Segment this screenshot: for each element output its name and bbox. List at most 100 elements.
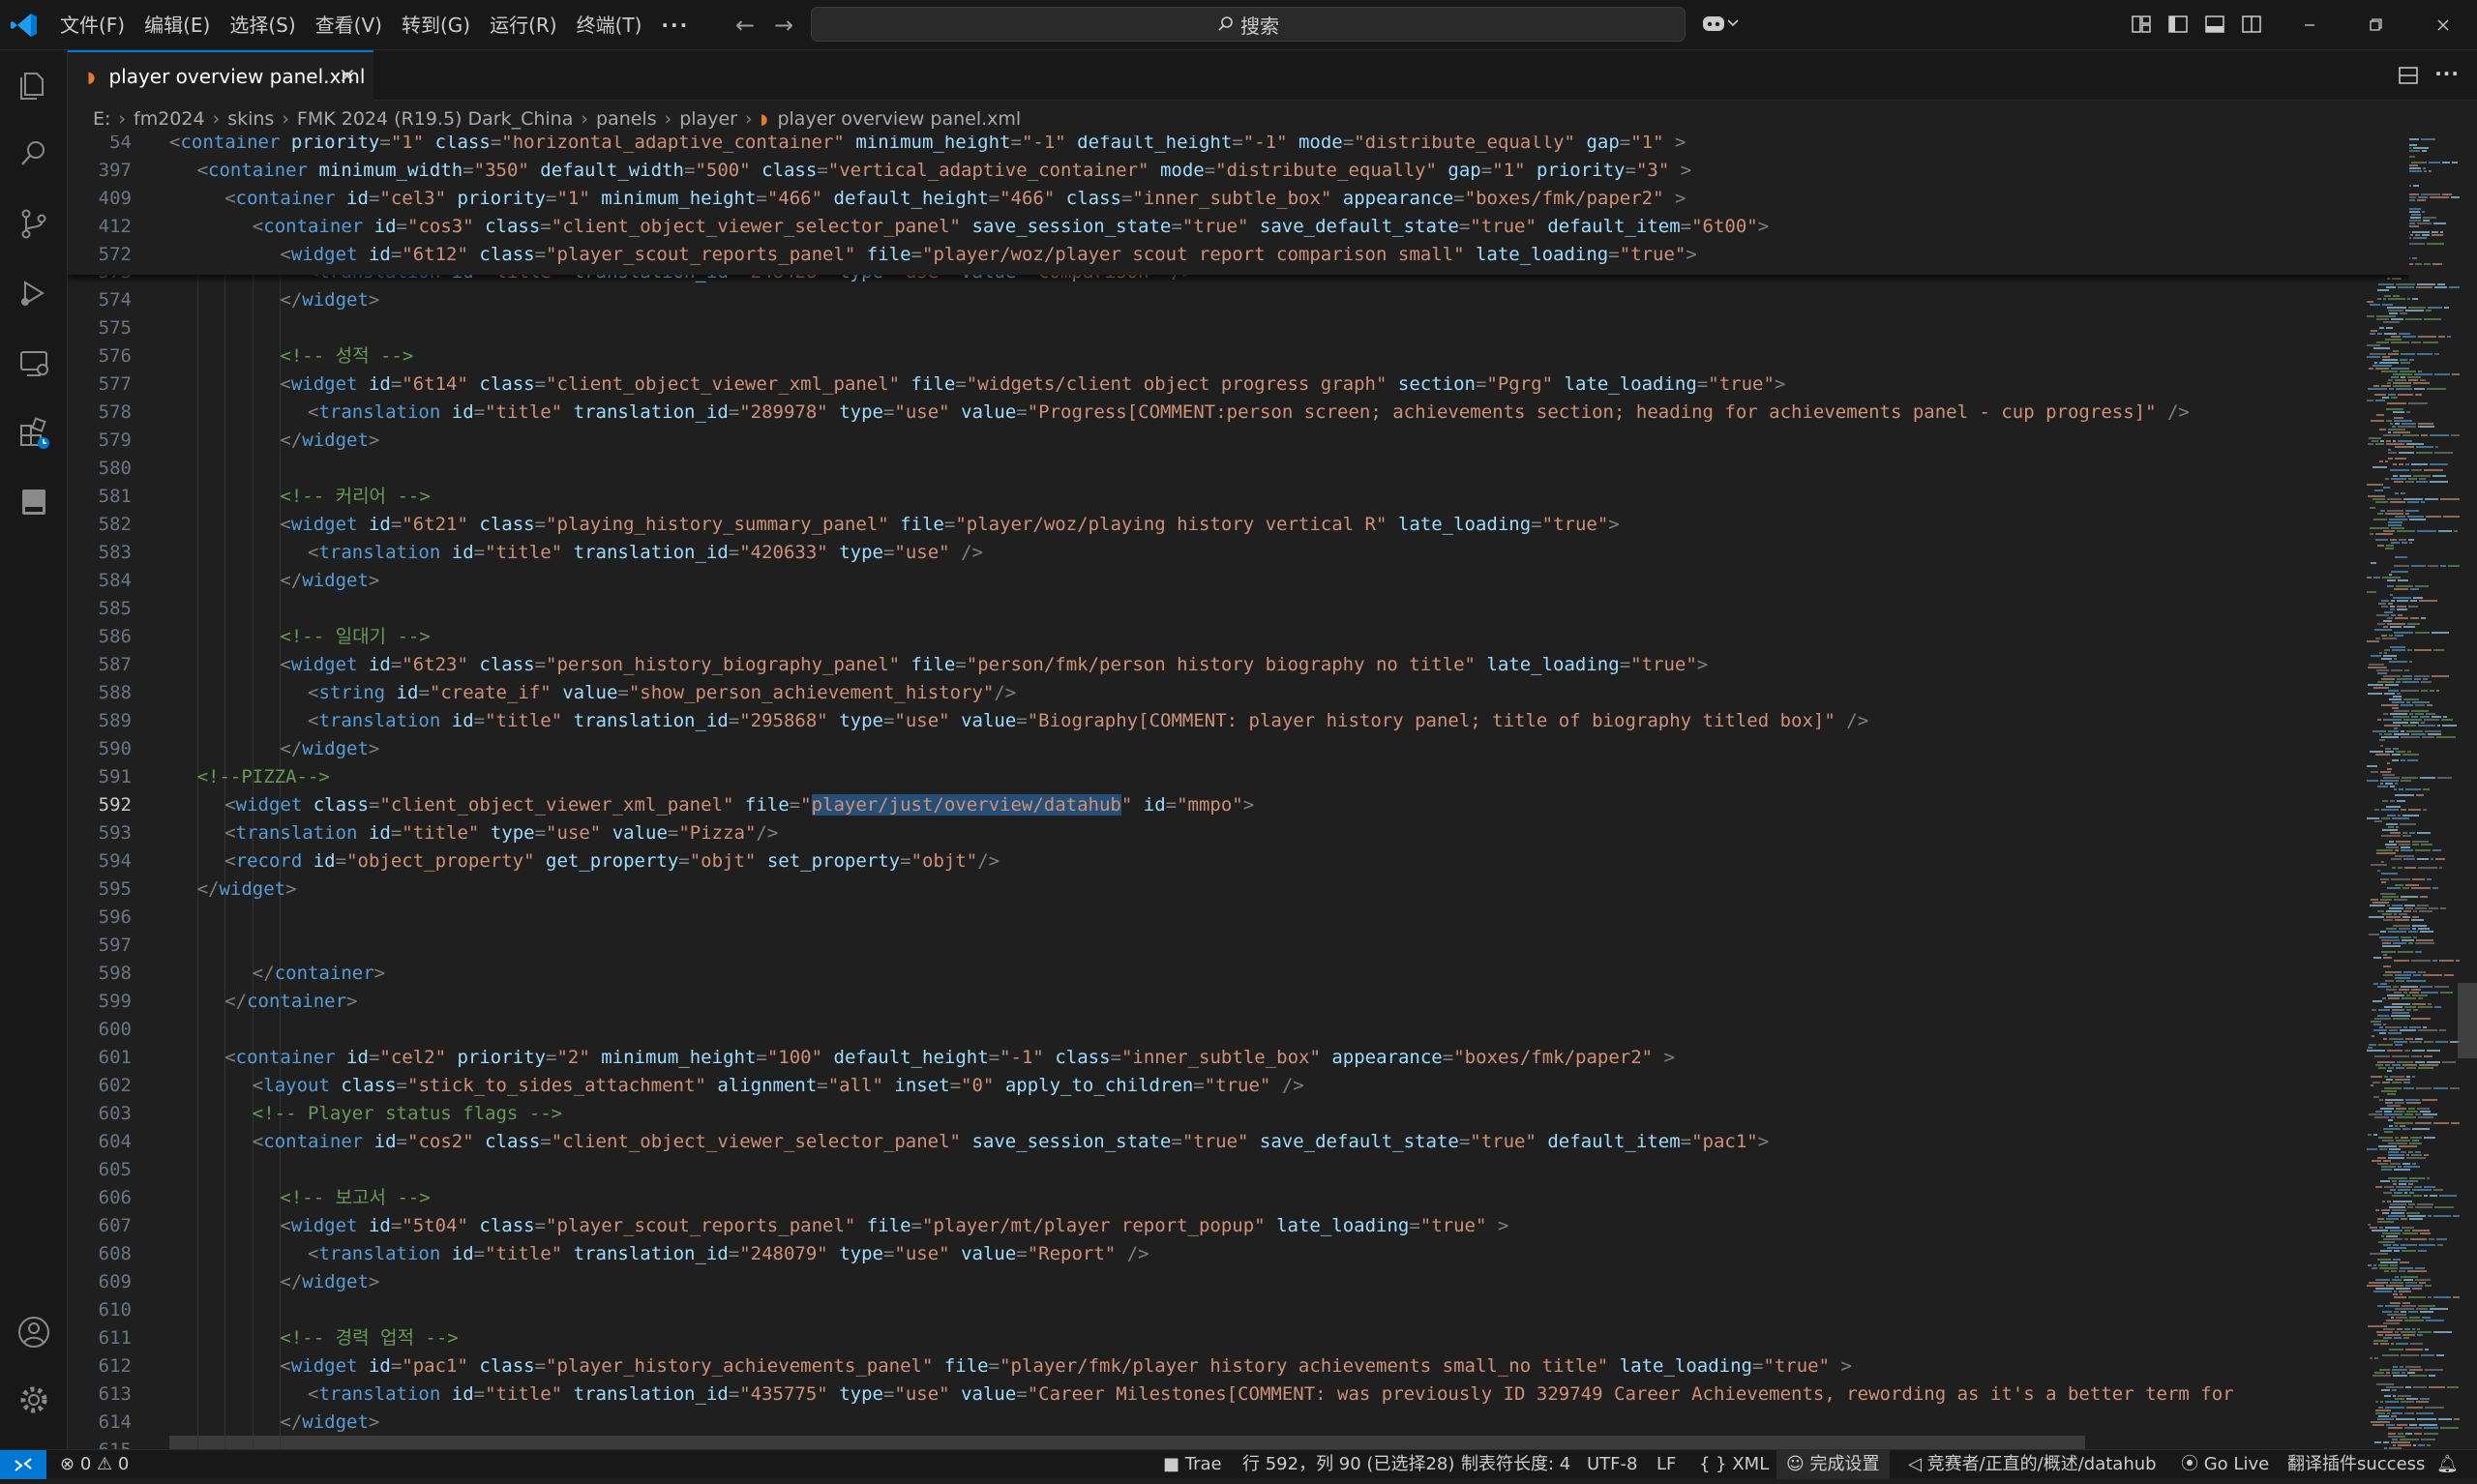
code-line[interactable]: 583 <translation id="title" translation_i… xyxy=(68,539,2409,567)
terminal-panel-icon[interactable] xyxy=(15,484,52,520)
restore-icon[interactable] xyxy=(2361,12,2390,39)
setup-button[interactable]: ☺ 完成设置 xyxy=(1776,1450,1890,1479)
code-line[interactable]: 600 xyxy=(68,1016,2409,1044)
menu-item[interactable]: 查看(V) xyxy=(306,8,392,43)
forward-arrow-icon[interactable]: → xyxy=(774,13,793,38)
explorer-icon[interactable] xyxy=(15,66,52,103)
code-line[interactable]: 602 <layout class="stick_to_sides_attachm… xyxy=(68,1072,2409,1100)
code-line[interactable]: 594 <record id="object_property" get_prop… xyxy=(68,847,2409,876)
code-line[interactable]: 605 xyxy=(68,1156,2409,1184)
breadcrumb-item[interactable]: skins xyxy=(227,108,274,130)
back-arrow-icon[interactable]: ← xyxy=(735,13,755,38)
source-control-icon[interactable] xyxy=(15,205,52,242)
code-line[interactable]: 609 </widget> xyxy=(68,1268,2409,1296)
settings-gear-icon[interactable] xyxy=(15,1381,52,1418)
account-icon[interactable] xyxy=(15,1314,52,1350)
code-line[interactable]: 575 xyxy=(68,314,2409,342)
code-line[interactable]: 580 xyxy=(68,455,2409,483)
run-debug-icon[interactable] xyxy=(15,275,52,312)
breadcrumb-item[interactable]: player overview panel.xml xyxy=(777,108,1021,130)
breadcrumb-item[interactable]: E: xyxy=(93,108,110,130)
code-line[interactable]: 613 <translation id="title" translation_i… xyxy=(68,1380,2409,1409)
code-line[interactable]: 586 <!-- 일대기 --> xyxy=(68,623,2409,651)
code-line[interactable]: 598 </container> xyxy=(68,960,2409,988)
code-line[interactable]: 595 </widget> xyxy=(68,876,2409,904)
sticky-code-line[interactable]: 54 <container priority="1" class="horizon… xyxy=(68,135,2409,157)
minimize-icon[interactable] xyxy=(2295,12,2324,39)
code-line[interactable]: 608 <translation id="title" translation_i… xyxy=(68,1240,2409,1268)
search-view-icon[interactable] xyxy=(15,135,52,172)
code-line[interactable]: 612 <widget id="pac1" class="player_histo… xyxy=(68,1352,2409,1380)
breadcrumb-item[interactable]: player xyxy=(679,108,737,130)
code-line[interactable]: 593 <translation id="title" type="use" va… xyxy=(68,819,2409,847)
sticky-code-line[interactable]: 397 <container minimum_width="350" defaul… xyxy=(68,157,2409,185)
toggle-panel-icon[interactable] xyxy=(2204,14,2225,35)
breadcrumb-item[interactable]: panels xyxy=(596,108,657,130)
end-of-line[interactable]: LF xyxy=(1656,1453,1676,1476)
code-line[interactable]: 603 <!-- Player status flags --> xyxy=(68,1100,2409,1128)
sticky-code-line[interactable]: 409 <container id="cel3" priority="1" min… xyxy=(68,185,2409,213)
notifications-bell-icon[interactable]: 🔔︎ xyxy=(2436,1453,2459,1476)
code-line[interactable]: 585 xyxy=(68,595,2409,623)
code-line[interactable]: 615 xyxy=(68,1437,2409,1449)
datahub-path[interactable]: ◁ 竞赛者/正直的/概述/datahub xyxy=(1908,1453,2157,1476)
code-line[interactable]: 579 </widget> xyxy=(68,427,2409,455)
menu-item[interactable]: 文件(F) xyxy=(50,8,134,43)
code-line[interactable]: 610 xyxy=(68,1296,2409,1324)
code-line[interactable]: 604 <container id="cos2" class="client_ob… xyxy=(68,1128,2409,1156)
code-line[interactable]: 582 <widget id="6t21" class="playing_hist… xyxy=(68,511,2409,539)
cursor-position[interactable]: 行 592，列 90 (已选择28) xyxy=(1242,1453,1454,1476)
menu-item[interactable]: 终端(T) xyxy=(567,8,652,43)
code-line[interactable]: 590 </widget> xyxy=(68,735,2409,763)
code-line[interactable]: 607 <widget id="5t04" class="player_scout… xyxy=(68,1212,2409,1240)
code-line[interactable]: 592 <widget class="client_object_viewer_x… xyxy=(68,791,2409,819)
code-line[interactable]: 584 </widget> xyxy=(68,567,2409,595)
breadcrumb-item[interactable]: FMK 2024 (R19.5) Dark_China xyxy=(297,108,573,130)
tab-player-overview-panel[interactable]: ◗ player overview panel.xml × xyxy=(68,50,373,101)
code-line[interactable]: 574 </widget> xyxy=(68,286,2409,314)
code-line[interactable]: 577 <widget id="6t14" class="client_objec… xyxy=(68,371,2409,399)
menu-item[interactable]: 编辑(E) xyxy=(134,8,220,43)
toggle-primary-sidebar-icon[interactable] xyxy=(2167,14,2189,35)
trae-status[interactable]: ■ Trae xyxy=(1163,1453,1222,1476)
menu-item[interactable]: 运行(R) xyxy=(480,8,567,43)
problems-indicator[interactable]: ⊗ 0 ⚠ 0 xyxy=(60,1453,129,1476)
tab-size[interactable]: 制表符长度: 4 xyxy=(1461,1453,1570,1476)
code-line[interactable]: 601 <container id="cel2" priority="2" min… xyxy=(68,1044,2409,1072)
code-line[interactable]: 606 <!-- 보고서 --> xyxy=(68,1184,2409,1212)
code-line[interactable]: 588 <string id="create_if" value="show_pe… xyxy=(68,679,2409,707)
code-line[interactable]: 599 </container> xyxy=(68,988,2409,1016)
remote-indicator[interactable] xyxy=(0,1450,46,1479)
extensions-icon[interactable] xyxy=(15,414,52,451)
sticky-code-line[interactable]: 572 <widget id="6t12" class="player_scout… xyxy=(68,241,2409,269)
menu-item[interactable]: ··· xyxy=(651,8,699,43)
split-editor-icon[interactable] xyxy=(2398,65,2419,86)
remote-explorer-icon[interactable] xyxy=(15,344,52,381)
code-line[interactable]: 589 <translation id="title" translation_i… xyxy=(68,707,2409,735)
code-line[interactable]: 597 xyxy=(68,932,2409,960)
language-mode[interactable]: { } XML xyxy=(1699,1453,1769,1476)
menu-item[interactable]: 选择(S) xyxy=(220,8,305,43)
code-line[interactable]: 614 </widget> xyxy=(68,1409,2409,1437)
sticky-code-line[interactable]: 412 <container id="cos3" class="client_ob… xyxy=(68,213,2409,241)
breadcrumb-item[interactable]: fm2024 xyxy=(134,108,205,130)
go-live-button[interactable]: ⦿ Go Live xyxy=(2181,1453,2269,1476)
code-line[interactable]: 578 <translation id="title" translation_i… xyxy=(68,399,2409,427)
close-window-icon[interactable] xyxy=(2429,12,2458,39)
customize-layout-icon[interactable] xyxy=(2131,14,2152,35)
code-line[interactable]: 591 <!--PIZZA--> xyxy=(68,763,2409,791)
code-line[interactable]: 587 <widget id="6t23" class="person_histo… xyxy=(68,651,2409,679)
close-icon[interactable]: × xyxy=(339,64,356,88)
encoding[interactable]: UTF-8 xyxy=(1587,1453,1637,1476)
toggle-secondary-sidebar-icon[interactable] xyxy=(2241,14,2262,35)
code-line[interactable]: 581 <!-- 커리어 --> xyxy=(68,483,2409,511)
minimap[interactable] xyxy=(2361,135,2462,1449)
code-line[interactable]: 611 <!-- 경력 업적 --> xyxy=(68,1324,2409,1352)
code-editor[interactable]: 54 <container priority="1" class="horizon… xyxy=(68,135,2409,1449)
code-line[interactable]: 576 <!-- 성적 --> xyxy=(68,342,2409,371)
menu-item[interactable]: 转到(G) xyxy=(392,8,480,43)
code-line[interactable]: 596 xyxy=(68,904,2409,932)
more-actions-icon[interactable]: ··· xyxy=(2434,62,2460,85)
vertical-scrollbar[interactable] xyxy=(2458,983,2477,1058)
copilot-button[interactable] xyxy=(1701,12,1740,35)
